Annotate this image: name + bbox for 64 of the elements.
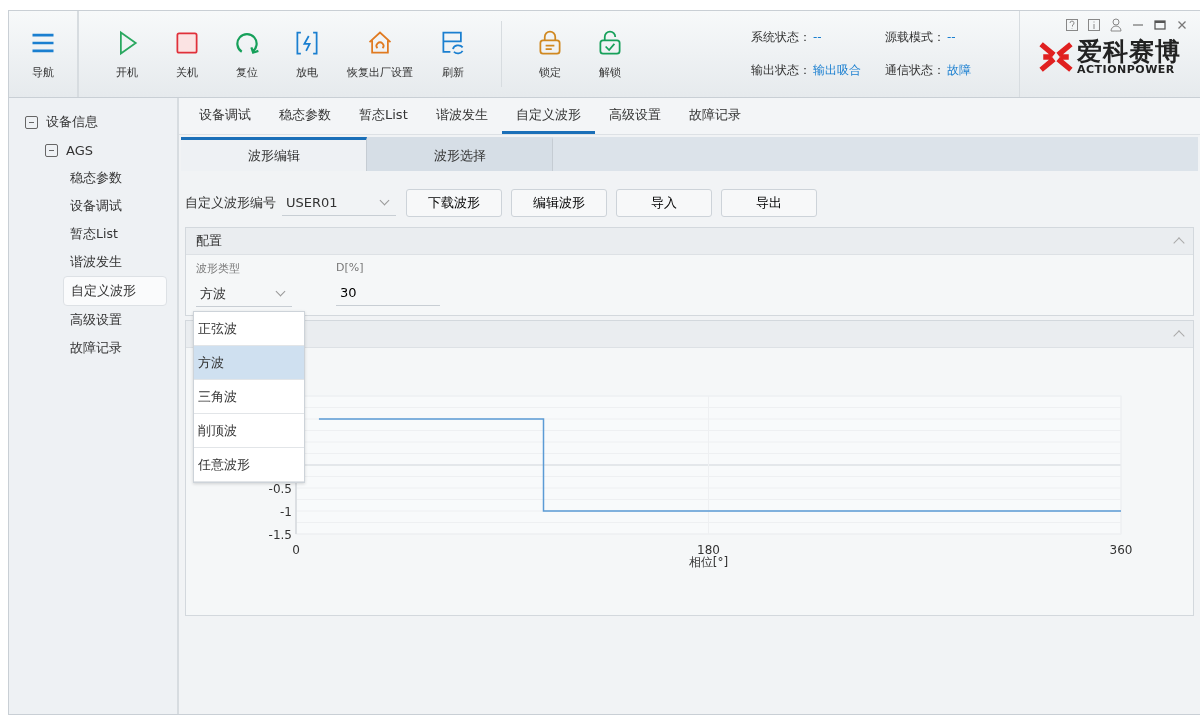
dropdown-option[interactable]: 三角波 [194, 380, 304, 414]
tab[interactable]: 谐波发生 [421, 98, 502, 134]
action-button[interactable]: 导出 [721, 189, 817, 217]
dropdown-option[interactable]: 任意波形 [194, 448, 304, 482]
tree-item[interactable]: 高级设置 [63, 306, 167, 334]
logo-text: 爱科赛博 [1077, 39, 1181, 64]
toolbar-button[interactable]: 开机 [101, 11, 153, 97]
user-icon[interactable] [1108, 17, 1124, 33]
dropdown-option[interactable]: 削顶波 [194, 414, 304, 448]
status-label: 通信状态： [885, 62, 945, 79]
action-button[interactable]: 下载波形 [406, 189, 502, 217]
toolbar-button[interactable]: 恢复出厂设置 [341, 11, 419, 97]
help-icon[interactable] [1064, 17, 1080, 33]
tree-item[interactable]: AGS [9, 136, 167, 164]
toolbar-button[interactable]: 锁定 [524, 11, 576, 97]
x-tick-label: 360 [1109, 543, 1133, 557]
field-label: 波形类型 [196, 261, 241, 276]
y-tick-label: -0.5 [268, 482, 292, 496]
tab[interactable]: 波形选择 [367, 137, 553, 171]
field-label: D[%] [336, 261, 365, 274]
tree-item[interactable]: 谐波发生 [63, 248, 167, 276]
tree-item[interactable]: 暂态List [63, 220, 167, 248]
y-tick-label: -1.5 [268, 528, 292, 542]
toolbar-button[interactable]: 复位 [221, 11, 273, 97]
info-icon[interactable] [1086, 17, 1102, 33]
tab[interactable]: 暂态List [345, 98, 422, 134]
status-value: 输出吸合 [812, 62, 862, 79]
toolbar-button[interactable]: 关机 [161, 11, 213, 97]
tab[interactable]: 故障记录 [674, 98, 755, 134]
panel-title: 配置 [196, 232, 222, 250]
tree-item[interactable]: 故障记录 [63, 334, 167, 362]
tree-item[interactable]: 设备信息 [9, 108, 167, 136]
x-tick-label: 0 [292, 543, 300, 557]
field-label: 自定义波形编号 [185, 194, 276, 212]
x-tick-label: 180 [697, 543, 720, 557]
action-button[interactable]: 导入 [616, 189, 712, 217]
tab[interactable]: 高级设置 [594, 98, 675, 134]
logo-tagline: ACTIONPOWER [1077, 64, 1175, 75]
tree-item[interactable]: 稳态参数 [63, 164, 167, 192]
toolbar-button[interactable]: 刷新 [427, 11, 479, 97]
wave-number-dropdown[interactable]: USER01 [282, 190, 396, 216]
action-button[interactable]: 编辑波形 [511, 189, 607, 217]
tab[interactable]: 设备调试 [185, 98, 265, 134]
tab[interactable]: 稳态参数 [265, 98, 345, 134]
collapse-icon[interactable] [25, 115, 38, 129]
status-label: 输出状态： [751, 62, 811, 79]
tab[interactable]: 波形编辑 [181, 137, 367, 171]
tree-item[interactable]: 设备调试 [63, 192, 167, 220]
status-value: -- [812, 30, 823, 44]
tree-item[interactable]: 自定义波形 [63, 276, 167, 306]
x-axis-title: 相位[°] [688, 555, 729, 569]
status-value: 故障 [946, 62, 972, 79]
collapse-icon[interactable] [45, 143, 58, 157]
status-label: 系统状态： [751, 29, 811, 46]
maximize-icon[interactable] [1152, 17, 1168, 33]
y-tick-label: -1 [280, 505, 292, 519]
d-value-field[interactable]: 30 [336, 279, 440, 306]
status-label: 源载模式： [885, 29, 945, 46]
dropdown-option[interactable]: 方波 [194, 346, 304, 380]
wave-type-dropdown[interactable]: 方波 [196, 281, 292, 307]
status-value: -- [946, 30, 957, 44]
logo-mark-icon [1039, 40, 1073, 74]
toolbar-button[interactable]: 解锁 [584, 11, 636, 97]
toolbar-button[interactable]: 放电 [281, 11, 333, 97]
